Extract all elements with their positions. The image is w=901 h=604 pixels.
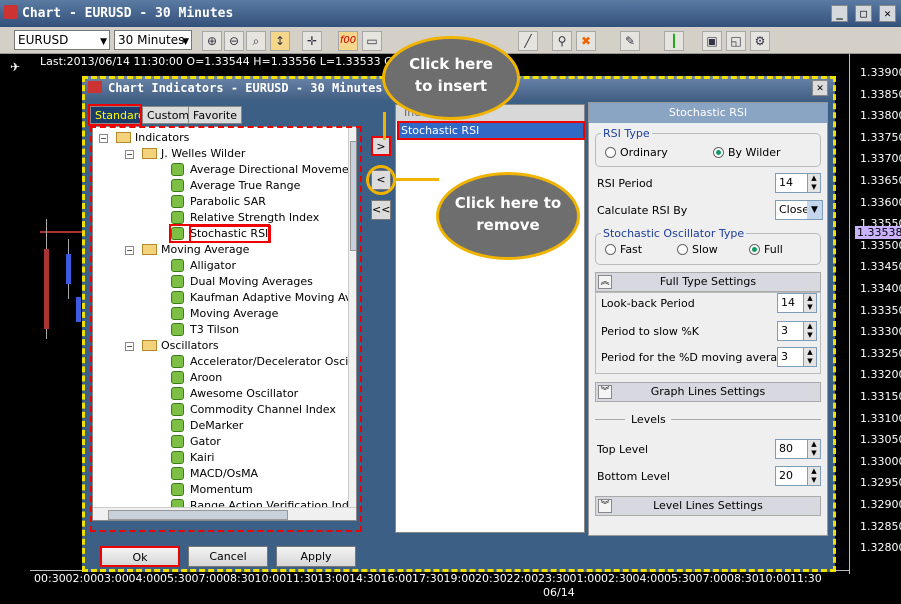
price-tick-label: 1.33150	[860, 390, 901, 403]
price-tick-label: 1.33200	[860, 368, 901, 382]
indicator-tree-highlight	[90, 126, 362, 532]
candle	[44, 249, 49, 329]
window-icon[interactable]: ▭	[362, 31, 382, 51]
price-axis: 1.33900 1.33850 1.33800 1.33750 1.33700 1.336…	[849, 54, 901, 574]
price-tick-label: 1.33750	[860, 130, 901, 144]
stochastic-rsi-highlight	[189, 225, 271, 243]
chevron-down-icon: ▼	[100, 37, 107, 47]
candle-type-icon[interactable]: ┃	[664, 31, 684, 51]
symbol-select[interactable]: EURUSD ▼	[14, 30, 110, 50]
insert-callout-text: Click here to insert	[409, 55, 493, 95]
time-tick-label: 10:00	[758, 572, 791, 585]
zoom-in-icon[interactable]: ⊕	[202, 31, 222, 51]
time-tick-label: 07:00	[191, 572, 224, 585]
chevron-down-icon: ▼	[182, 37, 189, 47]
price-tick-label: 1.33300	[860, 325, 901, 339]
time-tick-label: 22:00	[506, 572, 539, 585]
delete-icon[interactable]: ✖	[576, 31, 596, 51]
timeframe-value: 30 Minutes	[118, 33, 185, 47]
time-tick-label: 17:30	[412, 572, 444, 585]
save-image-icon[interactable]: ▣	[702, 31, 722, 51]
price-tick-label: 1.33400	[860, 282, 901, 295]
zoom-out-icon[interactable]: ⊖	[224, 31, 244, 51]
time-tick-label: 16:00	[380, 572, 413, 585]
price-tick-label: 1.33450	[860, 260, 901, 274]
time-tick-label: 07:00	[695, 572, 728, 585]
price-tick-label: 1.33900	[860, 66, 901, 79]
time-tick-label: 08:30	[223, 572, 255, 585]
remove-button-ring	[366, 165, 396, 195]
price-tick-label: 1.33600	[860, 195, 901, 209]
timeframe-select[interactable]: 30 Minutes ▼	[114, 30, 192, 50]
date-label: 06/14	[543, 586, 575, 599]
maximize-button[interactable]: □	[855, 5, 872, 22]
time-tick-label: 11:30	[286, 572, 318, 585]
price-tick-label: 1.33100	[860, 411, 901, 425]
candle	[76, 297, 81, 322]
price-tick-label: 1.33850	[860, 87, 901, 101]
time-tick-label: 05:30	[664, 572, 696, 585]
time-tick-label: 14:30	[349, 572, 381, 585]
time-tick-label: 23:30	[538, 572, 570, 585]
standard-tab-highlight	[88, 104, 142, 126]
symbol-value: EURUSD	[18, 33, 69, 47]
note-icon[interactable]: ◱	[726, 31, 746, 51]
price-tick-label: 1.33250	[860, 346, 901, 360]
price-tick-label: 1.32850	[860, 519, 901, 533]
minimize-button[interactable]: _	[831, 5, 848, 22]
zoom-fit-icon[interactable]: ⌕	[246, 31, 266, 51]
settings-icon[interactable]: ⚙	[750, 31, 770, 51]
time-tick-label: 01:00	[569, 572, 602, 585]
time-tick-label: 13:00	[317, 572, 350, 585]
price-tick-label: 1.32950	[860, 476, 901, 490]
line-tool-icon[interactable]: ╱	[518, 31, 538, 51]
time-tick-label: 02:30	[601, 572, 633, 585]
time-axis: 00:30 02:00 03:00 04:00 05:30 07:00 08:30 10:00…	[30, 570, 850, 604]
indicator-f00-button[interactable]: f00	[338, 31, 358, 51]
time-tick-label: 20:30	[475, 572, 507, 585]
crosshair-icon[interactable]: ✛	[302, 31, 322, 51]
close-window-button[interactable]: ✕	[879, 5, 896, 22]
price-tick-label: 1.33500	[860, 238, 901, 252]
pin-icon[interactable]: ✈	[10, 60, 20, 74]
remove-callout: Click here to remove	[436, 172, 580, 260]
candle	[66, 254, 71, 284]
price-tick-label: 1.33050	[860, 433, 901, 447]
auto-scroll-icon[interactable]: ↕	[270, 31, 290, 51]
window-titlebar: Chart - EURUSD - 30 Minutes _ □ ✕	[0, 0, 901, 27]
time-tick-label: 19:00	[443, 572, 476, 585]
window-title: Chart - EURUSD - 30 Minutes	[22, 6, 234, 21]
current-price-marker: 1.33538	[855, 226, 901, 239]
time-tick-label: 10:00	[254, 572, 287, 585]
app-logo-icon	[4, 5, 18, 19]
time-tick-label: 00:30	[34, 572, 66, 585]
link-icon[interactable]: ⚲	[552, 31, 572, 51]
time-tick-label: 02:00	[65, 572, 98, 585]
price-tick-label: 1.32800	[860, 541, 901, 555]
price-tick-label: 1.33700	[860, 152, 901, 166]
insert-callout: Click here to insert	[382, 36, 520, 120]
price-tick-label: 1.33650	[860, 174, 901, 187]
time-tick-label: 04:00	[128, 572, 161, 585]
price-tick-label: 1.32900	[860, 498, 901, 511]
time-tick-label: 03:00	[97, 572, 129, 585]
insert-callout-pointer	[383, 112, 386, 140]
remove-callout-pointer	[395, 178, 439, 181]
time-tick-label: 05:30	[160, 572, 192, 585]
time-tick-label: 11:30	[790, 572, 822, 585]
price-tick-label: 1.33800	[860, 109, 901, 123]
remove-callout-text: Click here to remove	[454, 194, 562, 234]
drawing-tool-icon[interactable]: ✎	[620, 31, 640, 51]
time-tick-label: 04:00	[632, 572, 665, 585]
last-price-line: Last:2013/06/14 11:30:00 O=1.33544 H=1.3…	[40, 55, 433, 68]
price-tick-label: 1.33000	[860, 454, 901, 468]
price-tick-label: 1.33350	[860, 303, 901, 317]
time-tick-label: 08:30	[727, 572, 759, 585]
